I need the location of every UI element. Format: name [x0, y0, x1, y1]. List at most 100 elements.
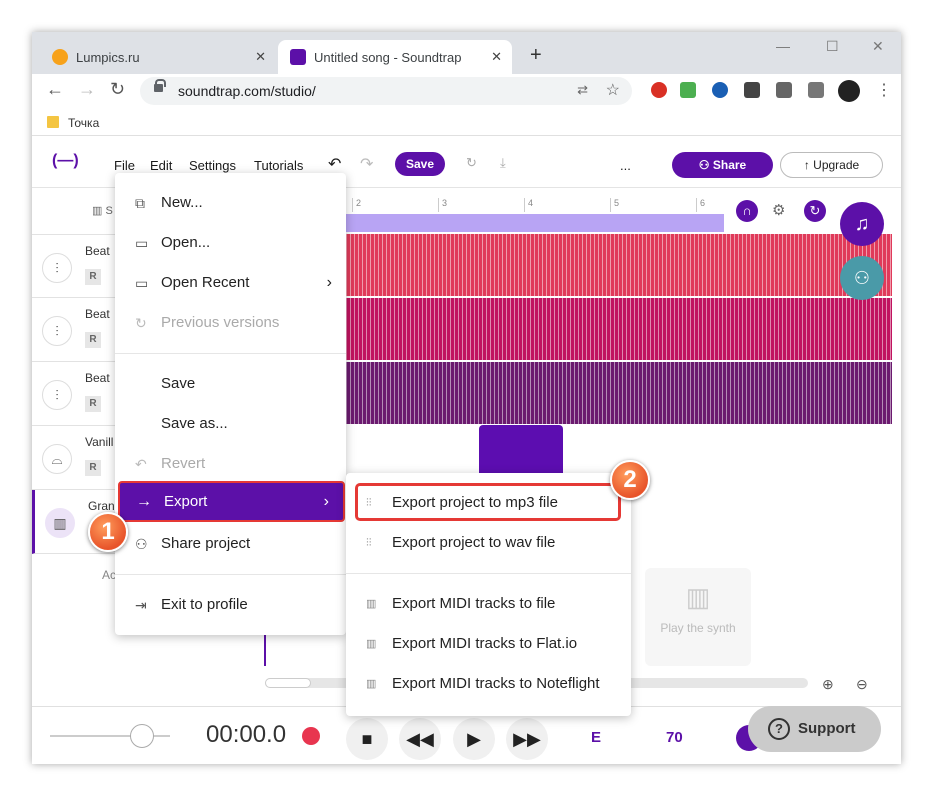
download-icon[interactable]: ⤓: [500, 155, 506, 171]
menu-item-export[interactable]: → Export ›: [118, 481, 345, 522]
timeline-ruler[interactable]: 2 3 4 5 6 ∩ ⚙ ↻: [346, 188, 901, 234]
more-menu[interactable]: ...: [620, 158, 631, 173]
reload-icon[interactable]: ↻: [110, 79, 125, 100]
folder-open-icon: ▭: [135, 275, 149, 291]
menu-item-previous-versions[interactable]: ↻ Previous versions: [115, 303, 346, 343]
puzzle-icon[interactable]: [776, 82, 792, 98]
record-arm-badge[interactable]: R: [85, 396, 101, 412]
menu-settings[interactable]: Settings: [189, 158, 236, 173]
forward-icon[interactable]: →: [78, 79, 96, 100]
menu-file[interactable]: File: [114, 158, 135, 173]
drum-clip[interactable]: [479, 425, 563, 475]
extension-icon[interactable]: [744, 82, 760, 98]
save-button[interactable]: Save: [395, 152, 445, 176]
copy-icon: ⧉: [135, 195, 145, 211]
redo-icon[interactable]: ↷: [360, 154, 373, 174]
audio-clip-beat-3[interactable]: [346, 362, 892, 424]
gear-icon[interactable]: ⚙: [772, 201, 785, 219]
kebab-menu-icon[interactable]: ⋮: [876, 80, 892, 100]
menu-edit[interactable]: Edit: [150, 158, 172, 173]
menu-item-exit[interactable]: ⇥ Exit to profile: [115, 585, 346, 625]
menu-item-new[interactable]: ⧉ New...: [115, 183, 346, 223]
history-icon[interactable]: ↻: [466, 155, 477, 171]
loop-region[interactable]: [346, 214, 724, 232]
share-button[interactable]: ⚇ Share: [672, 152, 773, 178]
record-arm-badge[interactable]: R: [85, 269, 101, 285]
menu-item-share-project[interactable]: ⚇ Share project: [115, 524, 346, 564]
drum-icon[interactable]: ⌓: [42, 444, 72, 474]
tab-lumpics[interactable]: Lumpics.ru ✕: [40, 40, 276, 74]
menu-item-label: Export MIDI tracks to file: [392, 595, 556, 612]
playhead[interactable]: [264, 632, 266, 666]
export-wav-item[interactable]: ⫶⫶ Export project to wav file: [346, 523, 631, 563]
menu-item-label: Export project to wav file: [392, 534, 556, 551]
export-midi-noteflight-item[interactable]: ▥ Export MIDI tracks to Noteflight: [346, 664, 631, 704]
translate-icon[interactable]: ⇄: [577, 82, 588, 98]
audio-clip-beat-2[interactable]: [346, 298, 892, 360]
maximize-icon[interactable]: ☐: [826, 38, 839, 55]
extension-music-icon[interactable]: [680, 82, 696, 98]
play-button[interactable]: ▶: [453, 718, 495, 760]
menu-divider: [115, 574, 346, 575]
extension-icon[interactable]: [651, 82, 667, 98]
avatar[interactable]: [838, 80, 860, 102]
waveform-icon[interactable]: ⫶: [42, 253, 72, 283]
menu-divider: [115, 353, 346, 354]
stop-button[interactable]: ■: [346, 718, 388, 760]
history-icon: ↻: [135, 315, 147, 331]
music-note-icon[interactable]: ♫: [840, 202, 884, 246]
close-icon[interactable]: ✕: [255, 49, 266, 65]
upgrade-label: Upgrade: [813, 158, 860, 172]
record-button[interactable]: [302, 727, 320, 745]
loop-icon[interactable]: ↻: [804, 200, 826, 222]
piano-roll-icon[interactable]: ▥ S: [92, 204, 113, 217]
extension-globe-icon[interactable]: [712, 82, 728, 98]
zoom-in-icon[interactable]: ⊕: [822, 676, 834, 693]
add-track-label[interactable]: Ac: [102, 568, 116, 582]
key-display[interactable]: E: [591, 729, 601, 746]
zoom-out-icon[interactable]: ⊖: [856, 676, 868, 693]
window-close-icon[interactable]: ✕: [872, 38, 884, 55]
bookmark-star-icon[interactable]: ☆: [606, 80, 620, 100]
audio-clip-beat-1[interactable]: [346, 234, 892, 296]
back-icon[interactable]: ←: [46, 79, 64, 100]
play-synth-card[interactable]: ▥ Play the synth: [645, 568, 751, 666]
collaborators-icon[interactable]: ⚇: [840, 256, 884, 300]
bookmark-item[interactable]: Точка: [68, 116, 99, 130]
menu-item-save-as[interactable]: Save as...: [115, 404, 346, 444]
volume-slider-thumb[interactable]: [130, 724, 154, 748]
support-button[interactable]: ? Support: [748, 706, 881, 752]
export-midi-flat-item[interactable]: ▥ Export MIDI tracks to Flat.io: [346, 624, 631, 664]
metronome-icon[interactable]: ∩: [736, 200, 758, 222]
upgrade-button[interactable]: ↑ Upgrade: [780, 152, 883, 178]
scrollbar-thumb[interactable]: [265, 678, 311, 688]
ruler-tick: 3: [438, 198, 447, 212]
tempo-display[interactable]: 70: [666, 729, 683, 746]
fast-forward-button[interactable]: ▶▶: [506, 718, 548, 760]
menu-item-revert[interactable]: ↶ Revert: [115, 444, 346, 484]
soundtrap-logo[interactable]: (—): [52, 152, 79, 170]
export-midi-file-item[interactable]: ▥ Export MIDI tracks to file: [346, 584, 631, 624]
tab-soundtrap[interactable]: Untitled song - Soundtrap ✕: [278, 40, 512, 74]
undo-icon[interactable]: ↶: [328, 154, 341, 174]
share-label: Share: [712, 158, 747, 172]
new-tab-icon[interactable]: +: [530, 44, 542, 67]
menu-item-label: Export MIDI tracks to Flat.io: [392, 635, 578, 652]
minimize-icon[interactable]: —: [776, 38, 790, 54]
address-bar[interactable]: soundtrap.com/studio/ ⇄ ☆: [140, 77, 632, 105]
synth-card-label: Play the synth: [660, 621, 736, 635]
record-arm-badge[interactable]: R: [85, 460, 101, 476]
close-icon[interactable]: ✕: [491, 49, 502, 65]
reading-list-icon[interactable]: [808, 82, 824, 98]
file-menu: ⧉ New... ▭ Open... ▭ Open Recent › ↻ Previous…: [115, 173, 346, 635]
rewind-button[interactable]: ◀◀: [399, 718, 441, 760]
menu-tutorials[interactable]: Tutorials: [254, 158, 303, 173]
piano-icon[interactable]: ▥: [45, 508, 75, 538]
waveform: [346, 298, 892, 360]
menu-item-open-recent[interactable]: ▭ Open Recent ›: [115, 263, 346, 303]
waveform-icon[interactable]: ⫶: [42, 380, 72, 410]
waveform-icon[interactable]: ⫶: [42, 316, 72, 346]
menu-item-open[interactable]: ▭ Open...: [115, 223, 346, 263]
menu-item-save[interactable]: Save: [115, 364, 346, 404]
record-arm-badge[interactable]: R: [85, 332, 101, 348]
